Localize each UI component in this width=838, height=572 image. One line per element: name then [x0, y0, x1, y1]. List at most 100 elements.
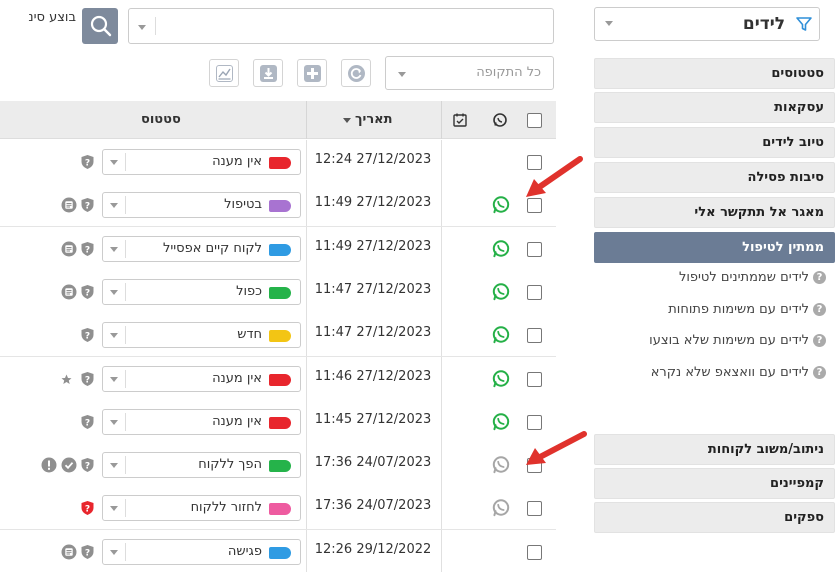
- select-all-checkbox[interactable]: [527, 113, 542, 128]
- shield-icon[interactable]: ?: [80, 241, 95, 256]
- sidebar-subitem-4[interactable]: לידים עם וואצאפ שלא נקרא?: [651, 363, 826, 383]
- status-tag-icon: [269, 286, 291, 299]
- chevron-down-icon: [110, 246, 118, 252]
- status-tag-icon: [269, 373, 291, 386]
- row-checkbox[interactable]: [527, 241, 542, 257]
- table-row[interactable]: 17:36 24/07/2023 הפך ללקוח?: [0, 443, 556, 488]
- annotation-arrow: [526, 156, 583, 197]
- period-select[interactable]: כל התקופה: [385, 56, 554, 90]
- shield-icon[interactable]: ?: [80, 197, 95, 213]
- shield-icon[interactable]: ?: [80, 371, 95, 386]
- status-select[interactable]: חדש: [102, 322, 301, 349]
- sidebar-item-secondary-1[interactable]: ניתוב/משוב לקוחות: [594, 434, 835, 465]
- table-row[interactable]: 17:36 24/07/2023 לחזור ללקוח?: [0, 486, 556, 531]
- row-checkbox[interactable]: [527, 414, 542, 430]
- status-select[interactable]: אין מענה: [102, 365, 301, 392]
- whatsapp-icon[interactable]: [491, 195, 511, 215]
- status-select[interactable]: כפול: [102, 278, 301, 305]
- row-checkbox[interactable]: [527, 371, 542, 387]
- divider: [125, 153, 126, 171]
- help-icon: ?: [813, 303, 826, 316]
- add-button[interactable]: [297, 59, 327, 87]
- shield-icon[interactable]: ?: [80, 414, 95, 429]
- table-row[interactable]: 11:46 27/12/2023 אין מענה?: [0, 356, 556, 401]
- sidebar-subitem-label: לידים שממתינים לטיפול: [678, 270, 809, 285]
- row-checkbox[interactable]: [527, 284, 542, 300]
- notes-icon[interactable]: [61, 241, 77, 257]
- chart-button[interactable]: [209, 59, 239, 87]
- sidebar-item-4[interactable]: סיבות פסילה: [594, 162, 835, 193]
- shield-icon[interactable]: ?: [80, 154, 95, 169]
- status-select[interactable]: לחזור ללקוח: [102, 495, 301, 522]
- table-row[interactable]: 11:49 27/12/2023 בטיפול?: [0, 183, 556, 228]
- svg-text:?: ?: [85, 332, 90, 342]
- svg-text:?: ?: [85, 159, 90, 169]
- header-divider: [441, 101, 442, 139]
- sidebar-item-3[interactable]: טיוב לידים: [594, 127, 835, 158]
- leads-selector[interactable]: לידים: [594, 7, 820, 41]
- divider: [125, 542, 126, 561]
- sidebar-item-secondary-3[interactable]: ספקים: [594, 502, 835, 533]
- status-label: אין מענה: [212, 413, 262, 429]
- sidebar-subitem-1[interactable]: לידים שממתינים לטיפול?: [679, 268, 826, 288]
- shield-alert-icon[interactable]: ?: [80, 500, 95, 516]
- notes-icon[interactable]: [61, 197, 77, 213]
- task-header-icon: [452, 112, 468, 132]
- shield-icon[interactable]: ?: [80, 457, 95, 473]
- sidebar-subitem-label: לידים עם משימות שלא בוצעו: [649, 333, 809, 348]
- status-label: הפך ללקוח: [198, 457, 262, 473]
- table-row[interactable]: 11:47 27/12/2023 כפול?: [0, 269, 556, 314]
- sidebar-item-secondary-2[interactable]: קמפיינים: [594, 468, 835, 499]
- table-row[interactable]: 11:45 27/12/2023 אין מענה?: [0, 399, 556, 444]
- download-button[interactable]: [253, 59, 283, 87]
- sidebar-item-1[interactable]: סטטוסים: [594, 58, 835, 89]
- chevron-down-icon: [398, 72, 406, 77]
- row-date: 11:49 27/12/2023: [314, 238, 432, 254]
- row-checkbox[interactable]: [527, 328, 542, 344]
- shield-icon[interactable]: ?: [80, 544, 95, 559]
- sidebar-subitem-2[interactable]: לידים עם משימות פתוחות?: [668, 300, 826, 320]
- notes-icon[interactable]: [61, 544, 77, 560]
- row-date: 11:47 27/12/2023: [314, 281, 432, 297]
- sidebar-item-2[interactable]: עסקאות: [594, 92, 835, 123]
- check-icon[interactable]: [61, 457, 77, 473]
- whatsapp-icon[interactable]: [491, 412, 511, 432]
- cell-divider: [306, 443, 307, 487]
- sidebar-item-6[interactable]: ממתין לטיפול: [594, 232, 835, 263]
- star-icon[interactable]: [61, 374, 72, 389]
- table-row[interactable]: 11:49 27/12/2023 לקוח קיים אפסייל?: [0, 226, 556, 271]
- search-button[interactable]: [82, 8, 118, 44]
- whatsapp-icon[interactable]: [491, 325, 511, 345]
- search-input[interactable]: [128, 8, 554, 44]
- table-row[interactable]: 12:24 27/12/2023 אין מענה?: [0, 140, 556, 184]
- whatsapp-icon[interactable]: [491, 455, 511, 475]
- whatsapp-icon[interactable]: [491, 369, 511, 389]
- whatsapp-icon[interactable]: [491, 498, 511, 518]
- alert-icon[interactable]: [41, 457, 57, 473]
- status-select[interactable]: אין מענה: [102, 408, 301, 435]
- row-date: 12:26 29/12/2022: [314, 541, 432, 557]
- row-checkbox[interactable]: [527, 501, 542, 517]
- status-select[interactable]: הפך ללקוח: [102, 452, 301, 479]
- row-date: 11:45 27/12/2023: [314, 411, 432, 427]
- status-select[interactable]: פגישה: [102, 538, 301, 565]
- sidebar-subitem-3[interactable]: לידים עם משימות שלא בוצעו?: [649, 331, 826, 351]
- sidebar-item-5[interactable]: מאגר אל תתקשר אלי: [594, 197, 835, 228]
- refresh-button[interactable]: [341, 59, 371, 87]
- whatsapp-icon[interactable]: [491, 282, 511, 302]
- table-row[interactable]: 11:47 27/12/2023 חדש?: [0, 313, 556, 358]
- row-checkbox[interactable]: [527, 544, 542, 560]
- date-header[interactable]: תאריך: [355, 112, 393, 127]
- status-select[interactable]: אין מענה: [102, 149, 301, 175]
- table-row[interactable]: 12:26 29/12/2022 פגישה?: [0, 529, 556, 572]
- status-select[interactable]: לקוח קיים אפסייל: [102, 235, 301, 262]
- shield-icon[interactable]: ?: [80, 327, 95, 343]
- shield-icon[interactable]: ?: [80, 284, 95, 299]
- svg-text:?: ?: [85, 548, 90, 558]
- status-select[interactable]: בטיפול: [102, 192, 301, 219]
- divider: [125, 196, 126, 215]
- notes-icon[interactable]: [61, 284, 77, 300]
- whatsapp-icon[interactable]: [491, 239, 511, 259]
- status-label: לקוח קיים אפסייל: [162, 240, 262, 256]
- divider: [125, 499, 126, 518]
